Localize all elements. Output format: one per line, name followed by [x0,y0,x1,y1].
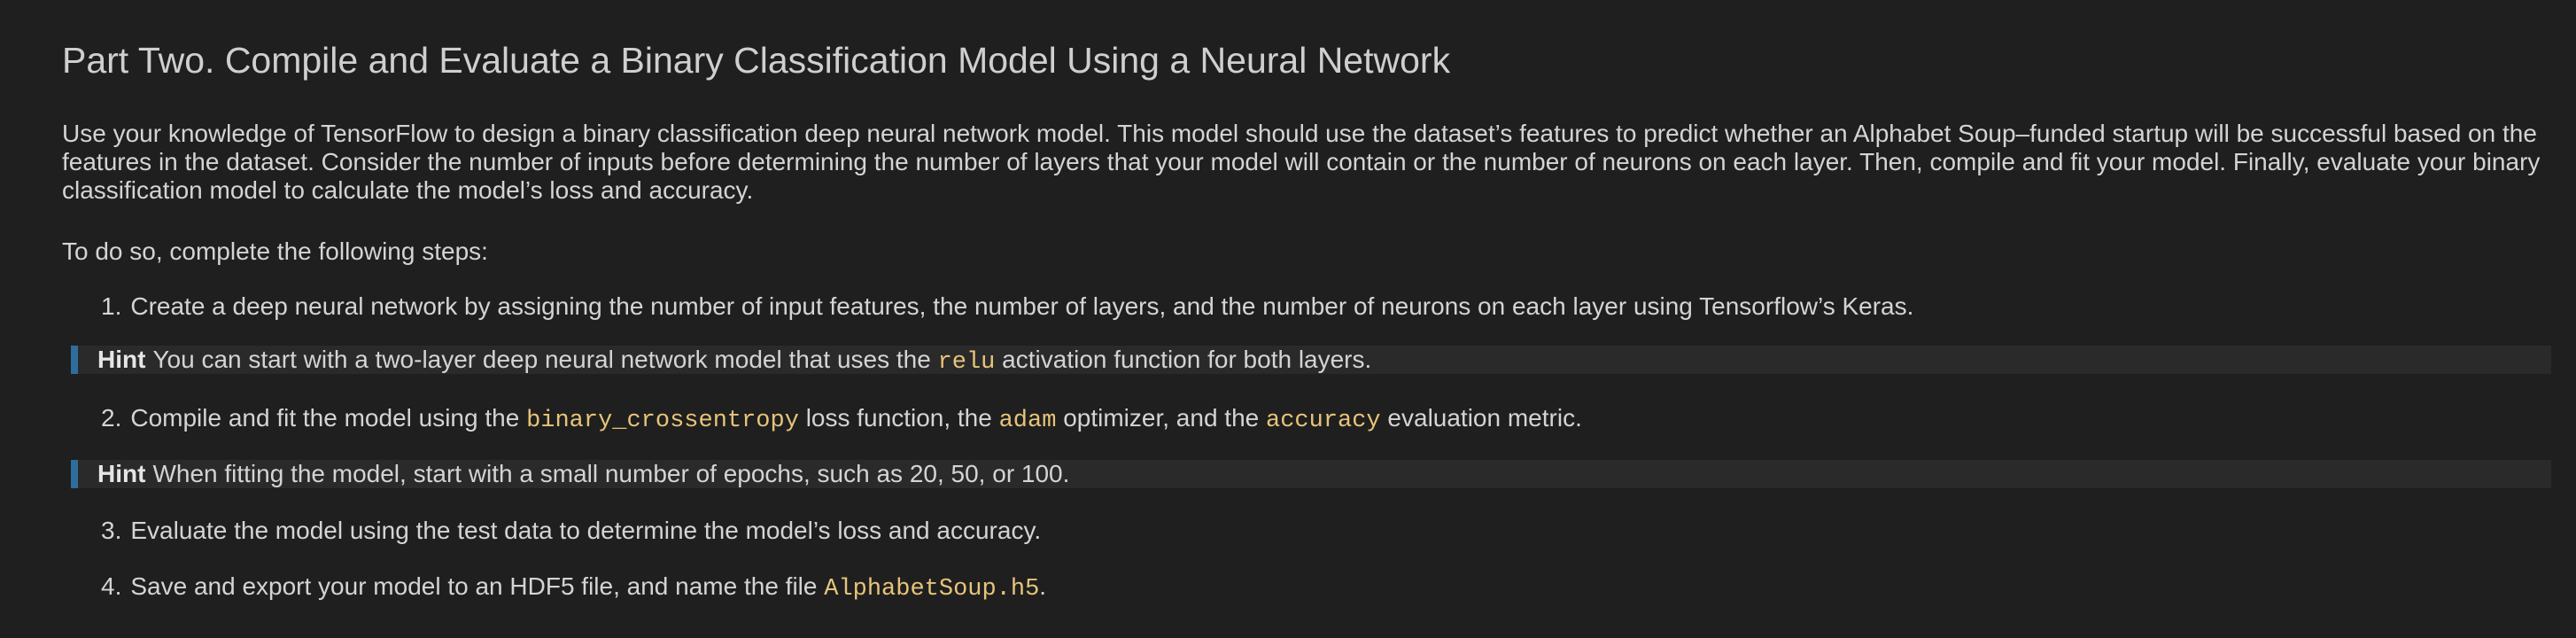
step-text: Compile and fit the model using the [130,404,520,432]
step-3: 3. Evaluate the model using the test data… [101,515,1041,547]
hint-label: Hint [97,460,146,487]
step-text: Evaluate the model using the test data t… [130,517,1042,544]
hint-block-1: Hint You can start with a two-layer deep … [71,346,2551,376]
step-number: 3. [101,517,122,544]
step-number: 1. [101,292,122,320]
hint-accent-bar [71,460,78,488]
inline-code-accuracy: accuracy [1266,408,1381,434]
hint-label: Hint [97,346,146,373]
step-text-end: . [1039,572,1047,600]
step-1: 1. Create a deep neural network by assign… [101,291,1913,323]
step-2: 2. Compile and fit the model using the bi… [101,402,1582,437]
hint-block-2: Hint When fitting the model, start with a… [71,460,2551,488]
hint-text: When fitting the model, start with a sma… [152,460,1070,487]
step-number: 2. [101,404,122,432]
step-text: Create a deep neural network by assignin… [130,292,1914,320]
hint-text-end: activation function for both layers. [1002,346,1372,373]
step-text: Save and export your model to an HDF5 fi… [130,572,818,600]
inline-code-adam: adam [998,408,1057,434]
section-title: Part Two. Compile and Evaluate a Binary … [62,40,1451,81]
intro-paragraph: Use your knowledge of TensorFlow to desi… [62,120,2541,204]
hint-text: You can start with a two-layer deep neur… [152,346,931,373]
step-number: 4. [101,572,122,600]
inline-code-relu: relu [937,349,996,376]
hint-accent-bar [71,346,78,374]
step-text: optimizer, and the [1063,404,1260,432]
inline-code-binary-crossentropy: binary_crossentropy [526,408,799,434]
step-text: loss function, the [805,404,992,432]
notebook-markdown-cell: Part Two. Compile and Evaluate a Binary … [0,0,2576,638]
steps-intro-text: To do so, complete the following steps: [62,237,488,265]
step-text: evaluation metric. [1387,404,1582,432]
inline-code-filename: AlphabetSoup.h5 [824,576,1040,603]
step-4: 4. Save and export your model to an HDF5 … [101,571,1046,605]
